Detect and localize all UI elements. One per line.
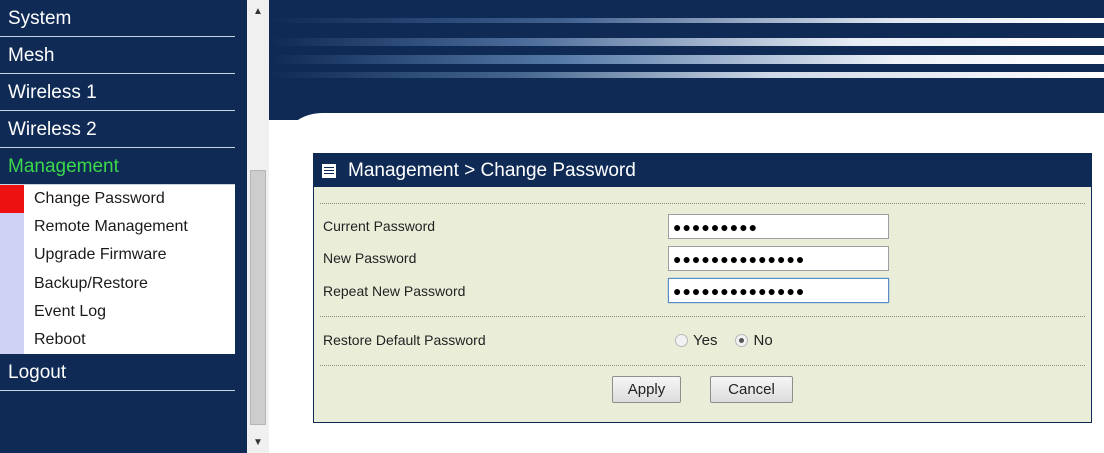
- radio-no-label[interactable]: No: [753, 332, 772, 349]
- submenu-backup-restore[interactable]: Backup/Restore: [0, 269, 235, 298]
- submenu-event-log[interactable]: Event Log: [0, 297, 235, 326]
- header-stripe: [269, 55, 1104, 64]
- submenu-label: Remote Management: [34, 218, 188, 236]
- repeat-password-input[interactable]: [668, 278, 889, 303]
- sidebar-nav: System Mesh Wireless 1 Wireless 2 Manage…: [0, 0, 247, 453]
- panel-title: Management > Change Password: [348, 159, 636, 181]
- panel-header: Management > Change Password: [314, 154, 1091, 187]
- scroll-thumb[interactable]: [250, 170, 266, 425]
- radio-no[interactable]: [735, 334, 749, 347]
- submenu-change-password[interactable]: Change Password: [0, 185, 235, 214]
- menu-marker: [0, 297, 24, 326]
- repeat-password-label: Repeat New Password: [323, 283, 466, 299]
- menu-marker: [0, 213, 24, 242]
- current-password-input[interactable]: [668, 214, 889, 239]
- change-password-panel: Management > Change Password Current Pas…: [313, 153, 1092, 423]
- nav-item-wireless-1[interactable]: Wireless 1: [0, 74, 235, 111]
- sidebar-scrollbar[interactable]: ▲ ▼: [247, 0, 269, 453]
- submenu-label: Backup/Restore: [34, 274, 148, 292]
- scroll-down-arrow-icon[interactable]: ▼: [247, 431, 269, 453]
- submenu-reboot[interactable]: Reboot: [0, 325, 235, 355]
- current-password-label: Current Password: [323, 218, 436, 234]
- radio-yes[interactable]: [675, 334, 688, 347]
- nav-item-mesh[interactable]: Mesh: [0, 37, 235, 74]
- header-stripe: [269, 38, 1104, 46]
- selected-marker: [0, 185, 24, 214]
- menu-marker: [0, 325, 24, 355]
- submenu-label: Reboot: [34, 331, 86, 349]
- restore-default-label: Restore Default Password: [323, 332, 486, 348]
- cancel-button[interactable]: Cancel: [710, 376, 793, 403]
- apply-button[interactable]: Apply: [612, 376, 681, 403]
- submenu-label: Event Log: [34, 302, 107, 320]
- submenu-remote-management[interactable]: Remote Management: [0, 213, 235, 242]
- submenu-label: Upgrade Firmware: [34, 246, 167, 264]
- radio-yes-label[interactable]: Yes: [693, 332, 717, 349]
- submenu-upgrade-firmware[interactable]: Upgrade Firmware: [0, 241, 235, 270]
- divider: [320, 316, 1085, 317]
- menu-marker: [0, 269, 24, 298]
- menu-marker: [0, 241, 24, 270]
- nav-item-management[interactable]: Management: [0, 148, 235, 185]
- nav-item-wireless-2[interactable]: Wireless 2: [0, 111, 235, 148]
- header-stripe: [269, 18, 1104, 23]
- restore-default-radio-group: Yes No: [675, 332, 791, 349]
- submenu-label: Change Password: [34, 190, 165, 208]
- header-banner: [269, 0, 1104, 160]
- new-password-input[interactable]: [668, 246, 889, 271]
- list-icon: [322, 163, 336, 178]
- management-submenu: Change Password Remote Management Upgrad…: [0, 185, 235, 355]
- scroll-up-arrow-icon[interactable]: ▲: [247, 0, 269, 22]
- nav-item-system[interactable]: System: [0, 0, 235, 37]
- divider: [320, 365, 1085, 366]
- new-password-label: New Password: [323, 250, 417, 266]
- header-stripe: [269, 72, 1104, 78]
- divider: [320, 203, 1085, 204]
- nav-item-logout[interactable]: Logout: [0, 354, 235, 392]
